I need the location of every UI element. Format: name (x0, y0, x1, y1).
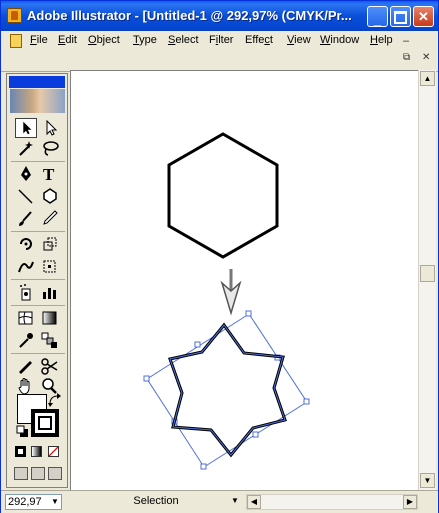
selection-icon[interactable] (15, 118, 37, 138)
zoom-level-value: 292,97 (8, 496, 42, 508)
color-mode-button[interactable] (15, 446, 26, 457)
pen-icon[interactable] (15, 164, 37, 184)
menu-bar: File Edit Object Type Select Filter Effe… (1, 31, 438, 63)
direct-selection-icon[interactable] (39, 118, 61, 138)
tool-separator (11, 305, 65, 306)
hexagon-shape[interactable] (167, 132, 279, 259)
rotate-icon[interactable] (15, 234, 37, 254)
pencil-icon[interactable] (39, 208, 61, 228)
illustrator-app-icon[interactable] (7, 8, 22, 23)
hand-icon[interactable] (15, 376, 37, 396)
mesh-icon[interactable] (15, 308, 37, 328)
full-screen-mode-button[interactable] (48, 467, 62, 480)
menu-file[interactable]: File (30, 34, 48, 46)
minimize-icon: _ (373, 12, 382, 27)
close-button[interactable]: ✕ (413, 6, 434, 27)
column-graph-icon[interactable] (39, 282, 61, 302)
star-shape[interactable] (168, 322, 287, 458)
vertical-scrollbar[interactable]: ▲ ▼ (418, 70, 436, 490)
type-icon[interactable]: T (39, 164, 61, 184)
symbol-sprayer-icon[interactable] (15, 282, 37, 302)
stroke-color-swatch[interactable] (31, 409, 59, 437)
status-text: Selection (133, 495, 179, 507)
tool-separator (11, 231, 65, 232)
doc-minimize-button[interactable]: – (403, 35, 409, 47)
menu-help[interactable]: Help (370, 34, 393, 46)
menu-object[interactable]: Object (88, 34, 120, 46)
paintbrush-icon[interactable] (15, 208, 37, 228)
lasso-icon[interactable] (39, 138, 61, 158)
horizontal-scrollbar[interactable]: ◀ ▶ (246, 494, 418, 510)
standard-screen-mode-button[interactable] (14, 467, 28, 480)
minimize-button[interactable]: _ (367, 6, 388, 27)
illustrator-window: Adobe Illustrator - [Untitled-1 @ 292,97… (0, 0, 439, 513)
gradient-mode-button[interactable] (31, 446, 42, 457)
vertical-scroll-thumb[interactable] (420, 265, 435, 282)
status-bar: 292,97 ▼ Selection ▼ ◀ ▶ (1, 490, 438, 513)
maximize-icon (391, 11, 410, 24)
line-segment-icon[interactable] (15, 186, 37, 206)
menu-select[interactable]: Select (168, 34, 199, 46)
scale-icon[interactable] (39, 234, 61, 254)
selection-bounding-box[interactable] (143, 310, 310, 470)
maximize-button[interactable] (390, 6, 411, 27)
window-title: Adobe Illustrator - [Untitled-1 @ 292,97… (27, 8, 352, 23)
menu-window[interactable]: Window (320, 34, 359, 46)
slice-icon[interactable] (15, 356, 37, 376)
status-menu[interactable]: Selection (68, 494, 244, 510)
free-transform-icon[interactable] (39, 256, 61, 276)
status-dropdown-icon[interactable]: ▼ (231, 494, 239, 508)
zoom-level-field[interactable]: 292,97 ▼ (5, 494, 62, 510)
swap-fill-stroke-icon[interactable] (47, 392, 63, 408)
scroll-left-button[interactable]: ◀ (247, 495, 261, 509)
magic-wand-icon[interactable] (15, 138, 37, 158)
ellipse-icon[interactable] (39, 186, 61, 206)
zoom-dropdown-icon[interactable]: ▼ (49, 495, 61, 509)
down-arrow-icon (220, 269, 242, 316)
artboard-canvas[interactable] (70, 70, 418, 490)
document-icon[interactable] (10, 34, 22, 48)
venus-logo-image[interactable] (10, 89, 65, 113)
doc-restore-button[interactable]: ⧉ (403, 52, 410, 63)
star-path-outline (169, 324, 286, 456)
tool-separator (11, 279, 65, 280)
tool-separator (11, 161, 65, 162)
menu-filter[interactable]: Filter (209, 34, 233, 46)
gradient-icon[interactable] (39, 308, 61, 328)
svg-text:T: T (43, 165, 55, 184)
close-icon: ✕ (418, 9, 429, 24)
warp-icon[interactable] (15, 256, 37, 276)
doc-close-button[interactable]: ✕ (422, 52, 430, 63)
scissors-icon[interactable] (39, 356, 61, 376)
scroll-down-button[interactable]: ▼ (420, 473, 435, 488)
menu-type[interactable]: Type (133, 34, 157, 46)
none-mode-icon[interactable] (48, 446, 59, 457)
scroll-up-button[interactable]: ▲ (420, 71, 435, 86)
menu-effect[interactable]: Effect (245, 34, 273, 46)
tool-separator (11, 353, 65, 354)
artwork (143, 132, 310, 470)
eyedropper-icon[interactable] (15, 330, 37, 350)
default-fill-stroke-icon[interactable] (16, 425, 30, 439)
menu-edit[interactable]: Edit (58, 34, 77, 46)
full-screen-menubar-mode-button[interactable] (31, 467, 45, 480)
menu-view[interactable]: View (287, 34, 311, 46)
scroll-right-button[interactable]: ▶ (403, 495, 417, 509)
blend-icon[interactable] (39, 330, 61, 350)
title-bar[interactable]: Adobe Illustrator - [Untitled-1 @ 292,97… (1, 1, 438, 31)
tools-palette-titlebar[interactable] (9, 76, 65, 88)
tools-palette: T (6, 73, 68, 488)
